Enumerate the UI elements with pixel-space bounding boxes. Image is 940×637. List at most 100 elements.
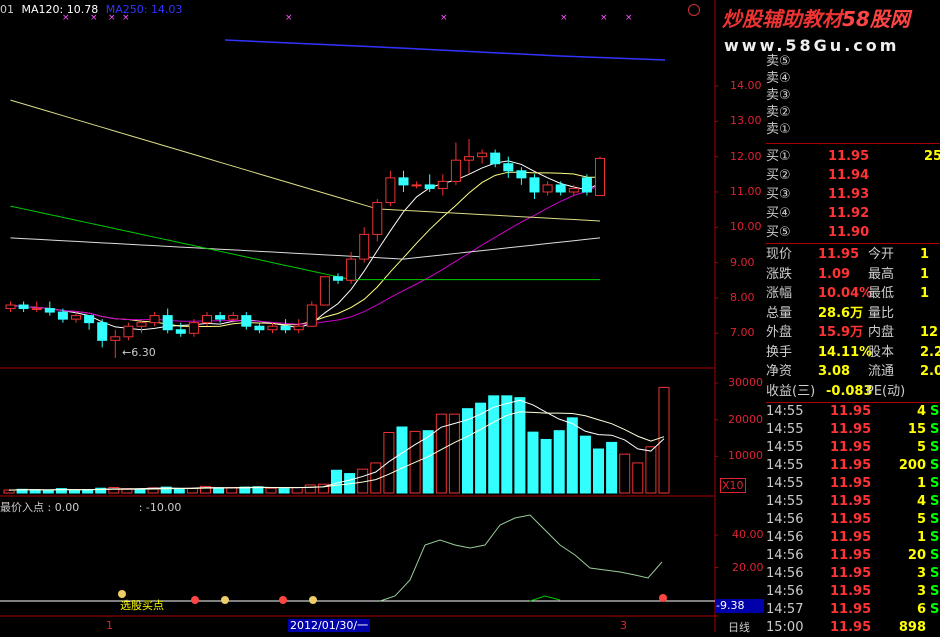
sell-level-row: 卖② [766,104,940,122]
tick-side: S [930,566,940,581]
ma120-value: 10.78 [66,3,99,16]
quote-label-2: PE(动) [866,383,906,399]
volume-bar-down [331,469,342,494]
candle-down [254,325,265,331]
quote-row: 净资 3.08 流通 2.0 [766,363,940,381]
candle-up [228,315,239,320]
sell-level-row: 卖⑤ [766,53,940,71]
tick-price: 11.95 [830,548,872,563]
volume-bar-down [462,408,473,494]
candle-up [411,184,422,187]
buy-level-price: 11.93 [828,187,870,202]
tick-row: 15:00 11.95 898 [766,619,940,637]
volume-bar-down [540,438,552,494]
volume-axis-label: 10000 [728,449,763,463]
buy-signal-label: 选股买点 [120,599,164,612]
candle-up [202,315,212,324]
quote-label-2: 今开 [868,247,895,262]
quote-value: 10.04% [818,286,873,301]
tick-volume: 6 [916,602,926,617]
tick-side: S [930,584,940,599]
tick-time: 14:55 [766,404,804,419]
tick-time: 14:55 [766,458,804,473]
header-prefix: 01 [0,3,14,16]
tick-volume: 5 [916,440,926,455]
price-axis-label: 14.00 [730,79,762,92]
buy-point-icon [659,594,667,602]
volume-axis-label: 20000 [728,412,763,426]
quote-label: 总量 [766,305,793,321]
volume-bar-down [606,441,618,494]
tick-row: 14:56 11.95 20 S [766,547,940,565]
candle-up [359,233,370,260]
volume-bar-down [501,395,513,494]
candle-up [346,258,357,281]
tick-volume: 1 [916,476,926,491]
tick-row: 14:55 11.95 4 S [766,403,940,421]
time-mark-right: 3 [620,619,627,632]
quote-value-2: 1 [920,247,930,262]
candle-down [424,184,435,189]
volume-bar-up [632,462,644,494]
quote-label-2: 最高 [868,266,895,282]
candle-up [595,157,605,197]
tick-row: 14:55 11.95 5 S [766,439,940,457]
volume-bar-up [383,432,395,494]
buy-level-row: 买② 11.94 [766,167,940,185]
tick-row: 14:55 11.95 200 S [766,457,940,475]
price-axis-label: 11.00 [730,184,762,198]
ma250-value: 14.03 [150,3,183,16]
buy-level-label: 买① [766,149,791,164]
tick-volume: 3 [916,584,926,599]
tick-row: 14:55 11.95 15 S [766,421,940,439]
quote-value-2: 1 [920,266,930,282]
tick-price: 11.95 [830,602,872,617]
candle-up [437,180,448,189]
candle-down [241,315,252,327]
candle-up [385,177,396,204]
tick-time: 14:56 [766,512,804,527]
candle-down [97,322,108,341]
buy-level-row: 买① 11.95 25 [766,148,940,166]
volume-bar-up [291,487,303,494]
tick-volume: 15 [907,422,926,437]
volume-axis-label: 30000 [728,376,763,389]
candlesticks: × × × × × × × × × [5,13,633,358]
quote-label: 净资 [766,364,793,379]
tick-volume: 1 [916,530,926,545]
quote-row: 收益(三) -0.083 PE(动) [766,383,940,401]
sell-level-label: 卖② [766,105,791,120]
candle-down [215,315,226,320]
candle-up [542,184,553,193]
price-axis-label: 12.00 [730,149,762,163]
ma10-line [10,171,601,328]
signal-marker: × [285,13,293,23]
period-tab[interactable]: 日线 [728,619,750,635]
candle-up [149,315,160,324]
volume-bar-up [619,453,631,494]
close-circle-icon[interactable] [688,4,700,16]
candle-down [581,177,592,193]
quote-divider [766,243,940,244]
volume-bar-down [173,488,185,494]
tick-price: 11.95 [830,530,872,545]
candle-up [267,325,278,331]
volume-bar-up [3,489,15,494]
sell-level-label: 卖① [766,122,791,137]
volume-unit-badge: X10 [720,478,746,493]
candle-up [568,187,579,193]
quote-label-2: 量比 [868,305,895,321]
buy-level-row: 买③ 11.93 [766,186,940,204]
price-axis-label: 7.00 [730,326,755,340]
tick-price: 11.95 [830,494,872,509]
candle-up [464,156,474,161]
tick-time: 14:56 [766,584,804,599]
chart-grid [0,0,718,632]
indicator-green-line [529,595,561,602]
volume-bar-down [278,488,290,494]
kline-chart[interactable]: × × × × × × × × × [0,0,718,632]
price-axis-label: 9.00 [730,255,755,269]
tick-side: S [930,602,940,617]
candle-up [5,304,16,310]
tick-price: 11.95 [830,458,872,473]
